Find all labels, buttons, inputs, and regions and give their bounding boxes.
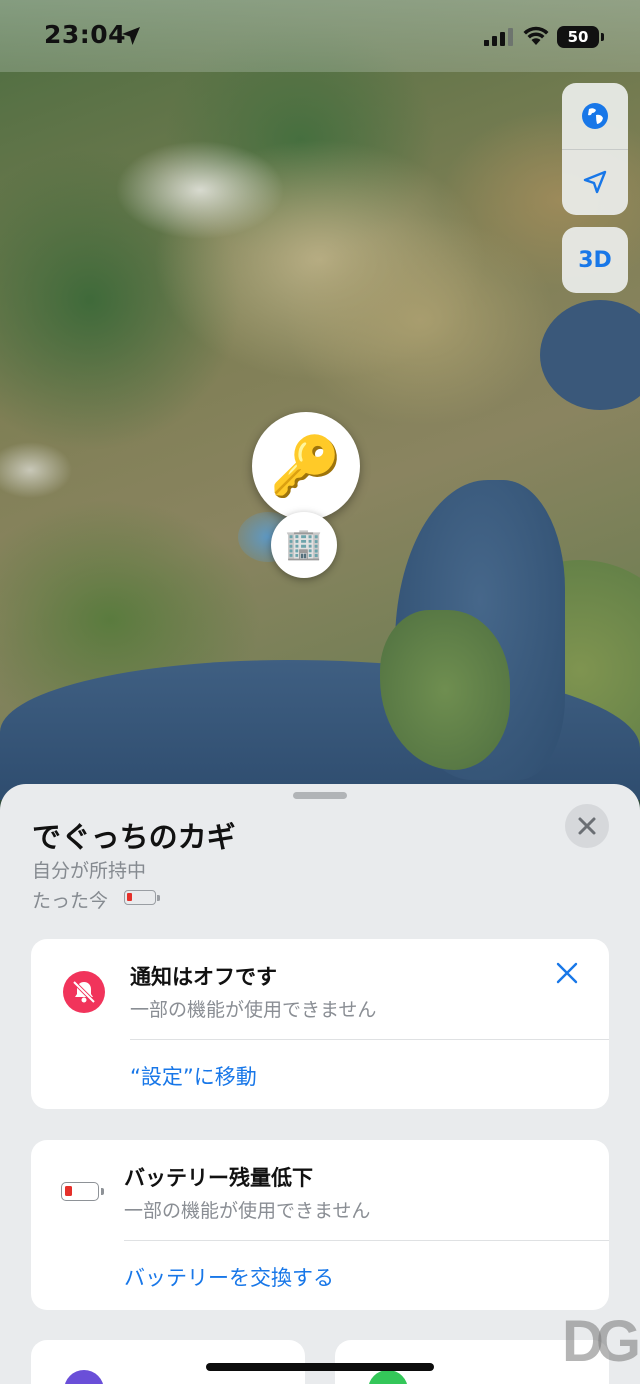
low-battery-title: バッテリー残量低下 — [124, 1166, 313, 1190]
current-location-button[interactable] — [562, 149, 628, 215]
map-view[interactable]: 🔑 🏢 3D — [0, 0, 640, 800]
last-updated: たった今 — [32, 890, 109, 912]
find-icon — [368, 1370, 408, 1384]
item-battery-icon — [124, 890, 160, 905]
go-to-settings-link[interactable]: “設定”に移動 — [130, 1061, 257, 1091]
card-divider — [130, 1039, 609, 1040]
bell-slash-icon — [72, 980, 96, 1004]
notifications-subtitle: 一部の機能が使用できません — [130, 999, 377, 1021]
location-arrow-icon — [122, 27, 140, 45]
key-icon: 🔑 — [269, 432, 343, 500]
sheet-grabber[interactable] — [293, 792, 347, 799]
action-card-play-sound[interactable] — [31, 1340, 305, 1384]
low-battery-card: バッテリー残量低下 一部の機能が使用できません バッテリーを交換する — [31, 1140, 609, 1310]
battery-icon: 50 — [557, 26, 604, 48]
building-icon: 🏢 — [285, 527, 323, 562]
owner-status: 自分が所持中 — [32, 860, 147, 882]
status-time: 23:04 — [44, 20, 127, 49]
item-title: でぐっちのカギ — [32, 820, 236, 854]
notification-badge — [63, 971, 105, 1013]
card-divider — [124, 1240, 609, 1241]
sound-icon — [64, 1370, 104, 1384]
close-icon — [578, 817, 596, 835]
status-bar: 23:04 50 — [0, 0, 640, 72]
map-water — [540, 300, 640, 410]
map-mode-button[interactable] — [562, 83, 628, 149]
place-pin[interactable]: 🏢 — [271, 512, 337, 578]
home-indicator[interactable] — [206, 1363, 434, 1371]
notifications-title: 通知はオフです — [130, 965, 277, 989]
item-detail-sheet: でぐっちのカギ 自分が所持中 たった今 通知はオフです 一部の機能が使用できませ… — [0, 784, 640, 1384]
dismiss-icon[interactable] — [555, 961, 579, 985]
location-arrow-icon — [583, 170, 607, 194]
cellular-signal-icon — [484, 28, 513, 46]
close-button[interactable] — [565, 804, 609, 848]
map-controls — [562, 83, 628, 215]
replace-battery-link[interactable]: バッテリーを交換する — [124, 1262, 334, 1292]
globe-icon — [582, 103, 608, 129]
watermark-logo: DG — [562, 1309, 640, 1374]
3d-toggle-button[interactable]: 3D — [562, 227, 628, 293]
low-battery-icon — [61, 1182, 104, 1201]
item-pin[interactable]: 🔑 — [252, 412, 360, 526]
wifi-icon — [523, 26, 549, 45]
low-battery-subtitle: 一部の機能が使用できません — [124, 1200, 371, 1222]
notifications-off-card: 通知はオフです 一部の機能が使用できません “設定”に移動 — [31, 939, 609, 1109]
